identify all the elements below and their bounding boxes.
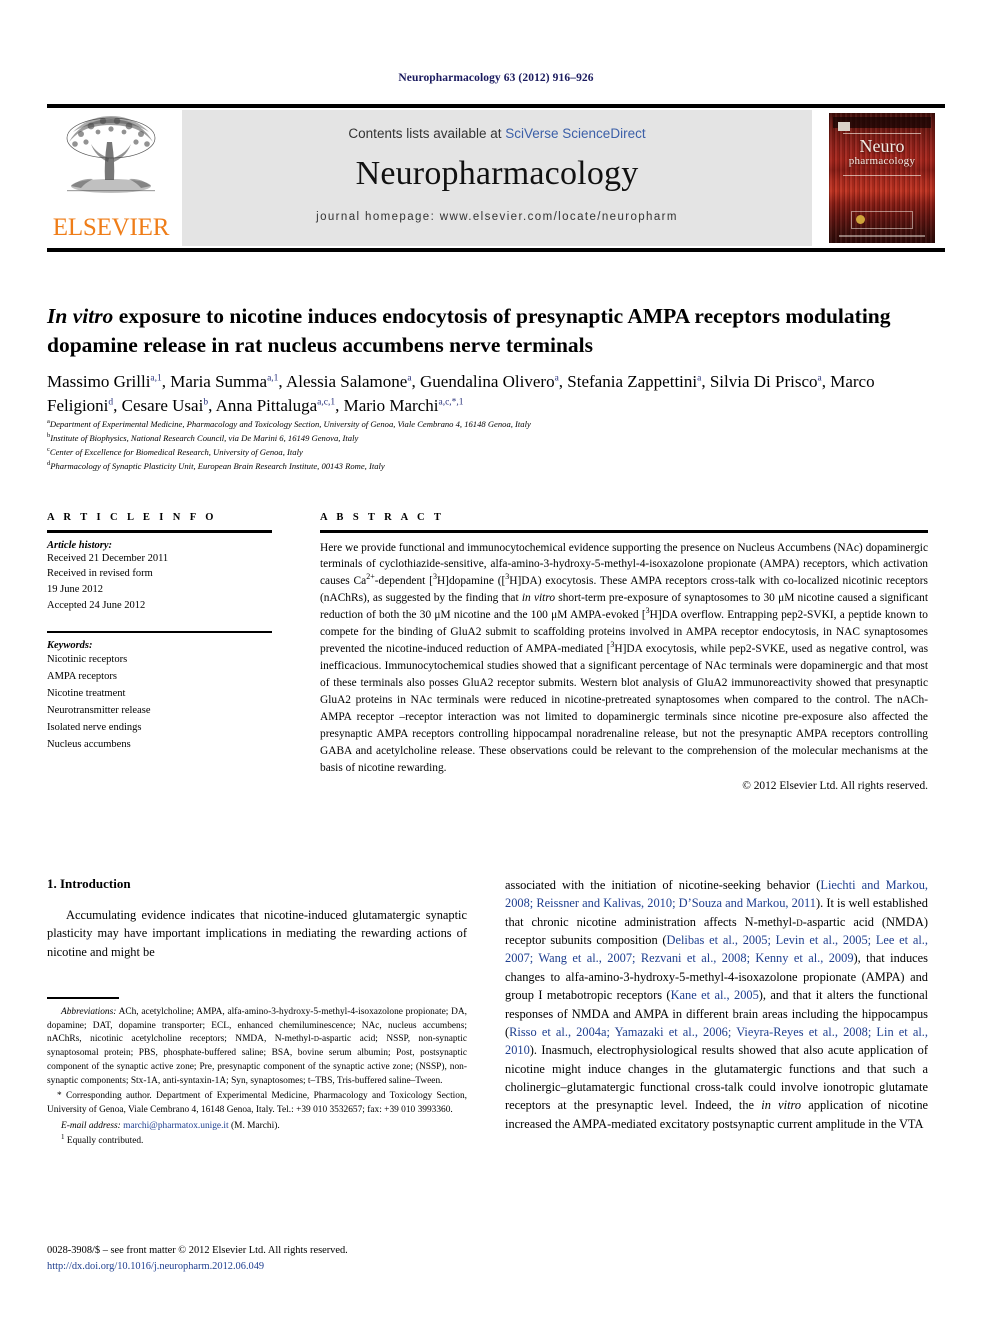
affiliation-line: cCenter of Excellence for Biomedical Res…	[47, 445, 303, 457]
keyword-item: AMPA receptors	[47, 671, 117, 682]
keyword-item: Isolated nerve endings	[47, 722, 142, 733]
email-note: E-mail address: marchi@pharmatox.unige.i…	[61, 1120, 280, 1131]
author-affiliation-marker: d	[108, 397, 114, 408]
affiliation-line: dPharmacology of Synaptic Plasticity Uni…	[47, 459, 385, 471]
body-column-left: 1. Introduction Accumulating evidence in…	[47, 876, 467, 961]
keyword-item: Neurotransmitter release	[47, 705, 151, 716]
article-history-line: Accepted 24 June 2012	[47, 599, 146, 611]
introduction-paragraph-right: associated with the initiation of nicoti…	[505, 878, 929, 1131]
imprint-front-matter: 0028-3908/$ – see front matter © 2012 El…	[47, 1245, 348, 1256]
author-affiliation-marker: a,1	[150, 373, 162, 384]
elsevier-logo-block: ELSEVIER	[47, 110, 174, 246]
cover-title-line2: pharmacology	[848, 154, 916, 167]
contents-available-line: Contents lists available at SciVerse Sci…	[182, 126, 812, 141]
article-history-line: Received in revised form	[47, 568, 153, 580]
affiliation-marker: d	[47, 459, 51, 467]
affiliation-line: aDepartment of Experimental Medicine, Ph…	[47, 418, 531, 429]
cover-rule-top	[843, 133, 921, 134]
article-info-rule	[47, 530, 272, 533]
equal-contribution-note: 1 Equally contributed.	[61, 1133, 144, 1147]
author-affiliation-marker: b	[203, 397, 209, 408]
affiliation-marker: c	[47, 445, 50, 453]
author-affiliation-marker: a,c,*,1	[438, 397, 464, 408]
article-info-section: A R T I C L E I N F O Article history: R…	[47, 512, 272, 753]
author-name[interactable]: Stefania Zappettini	[567, 372, 697, 391]
corresponding-author-note: * Corresponding author. Department of Ex…	[47, 1091, 467, 1116]
author-name[interactable]: Guendalina Olivero	[420, 372, 555, 391]
article-history-line: Received 21 December 2011	[47, 552, 169, 564]
journal-homepage-link[interactable]: journal homepage: www.elsevier.com/locat…	[182, 211, 812, 223]
article-title-rest: exposure to nicotine induces endocytosis…	[47, 304, 891, 358]
cover-elsevier-mark-icon	[838, 122, 850, 131]
affiliation-line: bInstitute of Biophysics, National Resea…	[47, 432, 359, 443]
keywords-lines: Nicotinic receptors AMPA receptors Nicotin…	[47, 651, 272, 753]
masthead-center-band: Contents lists available at SciVerse Sci…	[182, 110, 812, 246]
doi-link[interactable]: http://dx.doi.org/10.1016/j.neuropharm.2…	[47, 1259, 477, 1275]
keywords-rule	[47, 630, 272, 633]
author-name[interactable]: Anna Pittaluga	[216, 396, 318, 415]
journal-cover-thumbnail: Neuro pharmacology	[821, 110, 945, 246]
body-column-right: associated with the initiation of nicoti…	[505, 876, 928, 1133]
cover-rule-bottom	[843, 175, 921, 176]
cover-badge-dot-icon	[856, 215, 865, 224]
elsevier-tree-icon	[66, 116, 156, 193]
author-affiliation-marker: a,1	[267, 373, 279, 384]
author-affiliation-marker: a	[697, 373, 702, 384]
abstract-text: Here we provide functional and immunocyt…	[320, 541, 928, 774]
author-affiliation-marker: a	[817, 373, 822, 384]
author-name[interactable]: Alessia Salamone	[286, 372, 407, 391]
article-history-lines: Received 21 December 2011 Received in rev…	[47, 551, 272, 614]
keyword-item: Nicotinic receptors	[47, 654, 128, 665]
masthead-bottom-rule	[47, 248, 945, 252]
cover-top-bar	[833, 117, 931, 131]
imprint-block: 0028-3908/$ – see front matter © 2012 El…	[47, 1243, 477, 1274]
cover-title-line1: Neuro	[859, 136, 905, 156]
cover-badge	[851, 211, 913, 229]
journal-masthead: ELSEVIER Contents lists available at Sci…	[47, 104, 945, 252]
article-title: In vitro exposure to nicotine induces en…	[47, 302, 927, 360]
author-name[interactable]: Maria Summa	[170, 372, 267, 391]
masthead-top-rule	[47, 104, 945, 108]
author-list: Massimo Grillia,1, Maria Summaa,1, Aless…	[47, 372, 875, 416]
running-head: Neuropharmacology 63 (2012) 916–926	[398, 72, 594, 84]
journal-title: Neuropharmacology	[355, 155, 639, 192]
author-name[interactable]: Massimo Grilli	[47, 372, 150, 391]
abstract-rule	[320, 530, 928, 533]
introduction-heading: 1. Introduction	[47, 876, 131, 891]
author-affiliation-marker: a	[407, 373, 412, 384]
abstract-heading: A B S T R A C T	[320, 512, 445, 523]
article-history-label: Article history:	[47, 539, 113, 551]
contents-prefix-text: Contents lists available at	[348, 126, 506, 141]
cover-bottom-line	[839, 235, 925, 237]
affiliation-marker: a	[47, 418, 50, 426]
footnote-separator	[47, 997, 119, 999]
article-history-line: 19 June 2012	[47, 584, 103, 595]
keywords-label: Keywords:	[47, 640, 93, 651]
journal-cover-image: Neuro pharmacology	[829, 113, 935, 243]
author-affiliation-marker: a,c,1	[317, 397, 336, 408]
author-name[interactable]: Mario Marchi	[344, 396, 439, 415]
affiliation-marker: b	[47, 432, 51, 440]
cover-title: Neuro pharmacology	[829, 137, 935, 167]
introduction-paragraph-left: Accumulating evidence indicates that nic…	[47, 908, 467, 959]
article-info-heading: A R T I C L E I N F O	[47, 512, 217, 523]
sciencedirect-link[interactable]: SciVerse ScienceDirect	[505, 126, 645, 141]
keyword-item: Nicotine treatment	[47, 688, 126, 699]
author-affiliation-marker: a	[554, 373, 559, 384]
footnote-block: Abbreviations: ACh, acetylcholine; AMPA,…	[47, 1006, 467, 1149]
keyword-item: Nucleus accumbens	[47, 739, 131, 750]
author-name[interactable]: Silvia Di Prisco	[710, 372, 818, 391]
author-name[interactable]: Cesare Usai	[122, 396, 204, 415]
abstract-section: A B S T R A C T Here we provide function…	[320, 512, 928, 792]
article-title-italic: In vitro	[47, 304, 114, 329]
article-page: Neuropharmacology 63 (2012) 916–926 ELSE…	[0, 0, 992, 1323]
abbreviations-note: Abbreviations: ACh, acetylcholine; AMPA,…	[47, 1007, 467, 1086]
elsevier-wordmark: ELSEVIER	[52, 214, 170, 241]
affiliation-list: aDepartment of Experimental Medicine, Ph…	[47, 418, 937, 474]
abstract-copyright: © 2012 Elsevier Ltd. All rights reserved…	[742, 779, 928, 792]
